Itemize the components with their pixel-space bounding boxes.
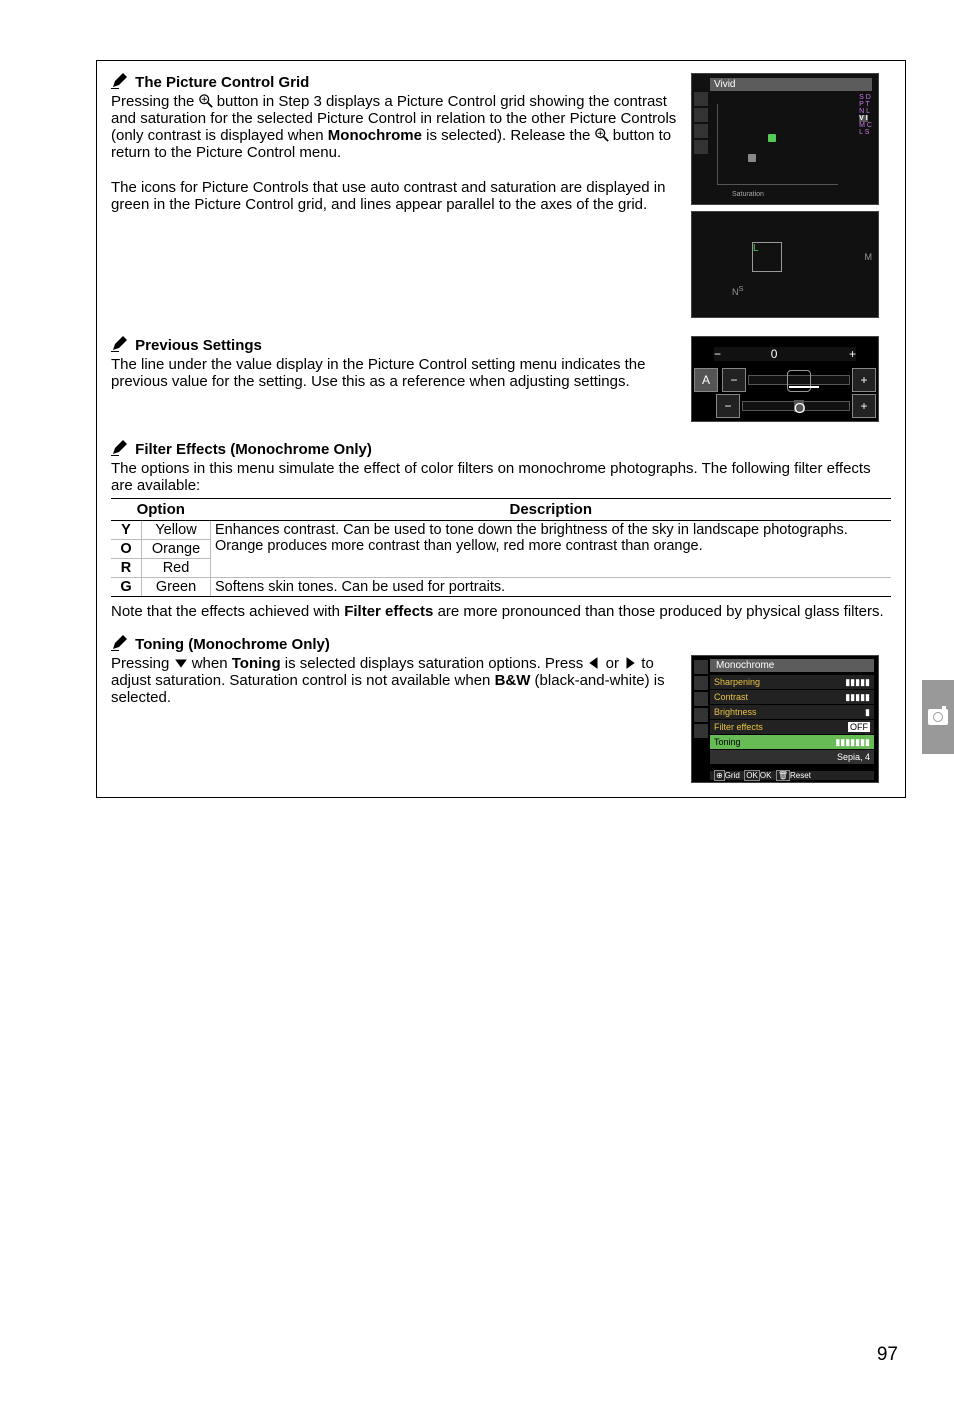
opt-desc-yor: Enhances contrast. Can be used to tone d… — [211, 521, 892, 578]
zoom-in-icon — [595, 128, 609, 142]
opt-name: Green — [142, 578, 211, 597]
left-arrow-icon — [587, 656, 601, 670]
menu-item-label: Toning — [714, 737, 741, 747]
menu-footer: ⊕Grid OKOK 🗑Reset — [710, 771, 874, 780]
prev-title: Previous Settings — [135, 337, 262, 354]
opt-code: G — [111, 578, 142, 597]
section-heading: The Picture Control Grid — [111, 73, 681, 91]
picture-control-list: S DP TN LV IM CL S — [859, 94, 872, 136]
vivid-title: Vivid — [710, 78, 872, 91]
section-heading: Toning (Monochrome Only) — [111, 635, 891, 653]
opt-desc: Softens skin tones. Can be used for port… — [211, 578, 892, 597]
menu-item-label: Contrast — [714, 692, 748, 702]
camera-icon — [928, 709, 948, 725]
menu-item-label: Sharpening — [714, 677, 760, 687]
opt-name: Yellow — [142, 521, 211, 540]
content-frame: The Picture Control Grid Pressing the bu… — [96, 60, 906, 798]
grid-screenshot-1: Vivid Saturation S DP TN LV IM CL S — [691, 73, 879, 205]
prev-body: The line under the value display in the … — [111, 356, 681, 390]
section-heading: Previous Settings — [111, 336, 681, 354]
A-box: A — [694, 368, 718, 392]
filter-note: Note that the effects achieved with Filt… — [111, 603, 891, 620]
menu-tabs-icons — [694, 660, 708, 740]
opt-name: Red — [142, 559, 211, 578]
pencil-icon — [111, 336, 127, 352]
filter-table: Option Description Y Yellow Enhances con… — [111, 498, 891, 597]
section-heading: Filter Effects (Monochrome Only) — [111, 440, 891, 458]
pencil-icon — [111, 73, 127, 89]
down-arrow-icon — [174, 656, 188, 670]
menu-item-value: ▮▮▮▮▮ — [845, 677, 870, 688]
th-description: Description — [211, 499, 892, 521]
toning-body: Pressing when Toning is selected display… — [111, 655, 681, 706]
menu-item-label: Filter effects — [714, 722, 763, 732]
right-arrow-icon — [623, 656, 637, 670]
pencil-icon — [111, 440, 127, 456]
menu-item-label: Brightness — [714, 707, 757, 717]
toning-title: Toning (Monochrome Only) — [135, 636, 330, 653]
filter-title: Filter Effects (Monochrome Only) — [135, 441, 372, 458]
grid-screenshot-2: L M NS — [691, 211, 879, 318]
th-option: Option — [111, 499, 211, 521]
grid-paragraph-2: The icons for Picture Controls that use … — [111, 179, 681, 213]
grid-title: The Picture Control Grid — [135, 74, 309, 91]
sepia-label: Sepia, 4 — [837, 752, 870, 762]
opt-name: Orange — [142, 540, 211, 559]
page-number: 97 — [877, 1344, 898, 1366]
toning-menu-screenshot: Monochrome Sharpening▮▮▮▮▮ Contrast▮▮▮▮▮… — [691, 655, 879, 783]
menu-tabs-icons — [694, 92, 708, 156]
menu-item-value: OFF — [848, 722, 870, 732]
pencil-icon — [111, 635, 127, 651]
zoom-in-icon — [199, 94, 213, 108]
menu-item-value: ▮ — [865, 707, 870, 718]
section-tab — [922, 680, 954, 754]
menu-item-value: ▮▮▮▮▮▮▮ — [835, 737, 870, 748]
opt-code: Y — [111, 521, 142, 540]
saturation-axis-label: Saturation — [732, 191, 764, 198]
menu-item-value: ▮▮▮▮▮ — [845, 692, 870, 703]
opt-code: R — [111, 559, 142, 578]
filter-intro: The options in this menu simulate the ef… — [111, 460, 891, 494]
slider-screenshot: 0+− A − + − O + — [691, 336, 879, 422]
grid-paragraph-1: Pressing the button in Step 3 displays a… — [111, 93, 681, 161]
menu-title: Monochrome — [710, 659, 874, 672]
opt-code: O — [111, 540, 142, 559]
